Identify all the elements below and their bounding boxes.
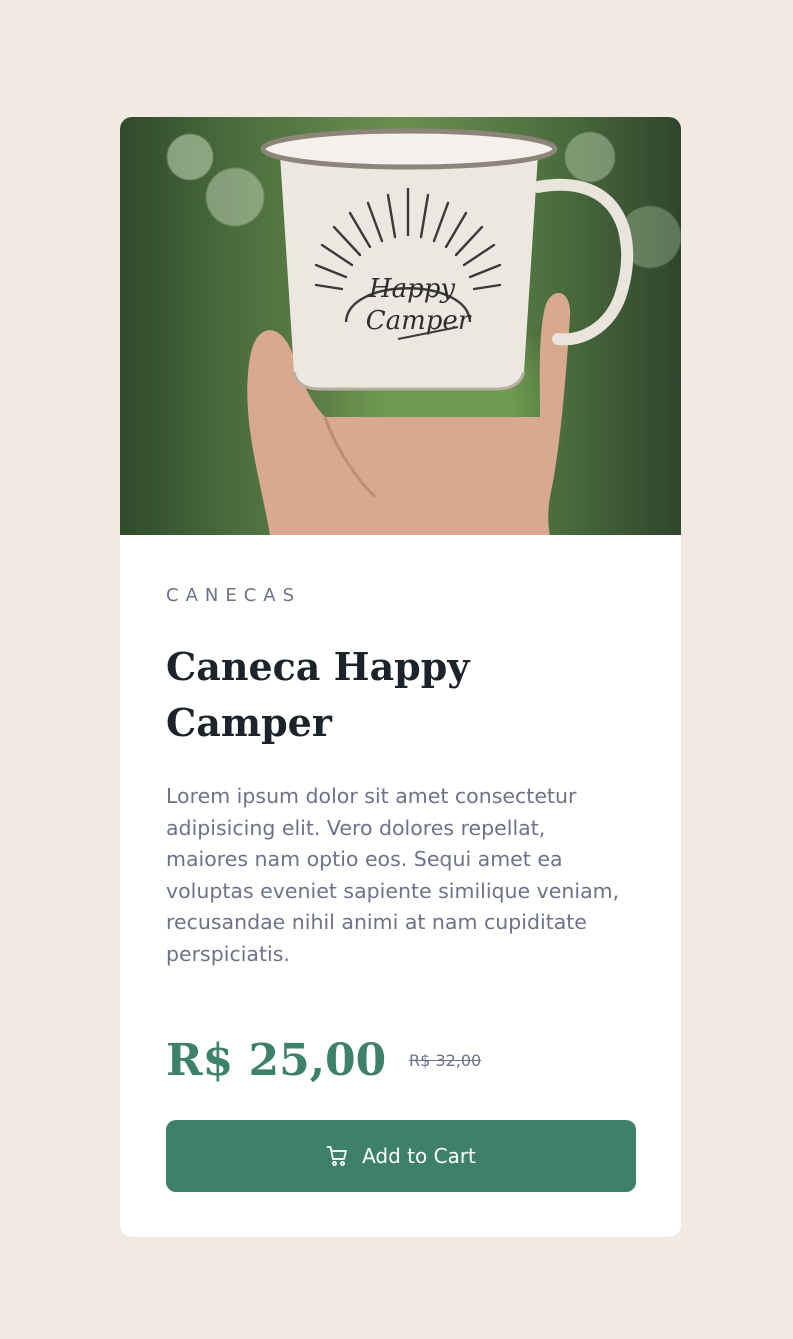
product-card: Happy Camper CANECAS Caneca Happy Camper… <box>120 117 681 1237</box>
add-to-cart-button[interactable]: Add to Cart <box>166 1120 636 1192</box>
price-row: R$ 25,00 R$ 32,00 <box>166 1035 636 1095</box>
mug-logo-text-happy: Happy <box>368 274 455 304</box>
mug-illustration: Happy Camper <box>247 128 634 535</box>
add-to-cart-label: Add to Cart <box>362 1144 476 1168</box>
product-image: Happy Camper <box>120 117 681 535</box>
mug-logo-text-camper: Camper <box>366 306 472 336</box>
current-price: R$ 25,00 <box>166 1035 387 1086</box>
product-description: Lorem ipsum dolor sit amet consectetur a… <box>166 784 620 966</box>
mug-rim <box>260 128 558 170</box>
cart-icon <box>326 1145 348 1167</box>
product-title: Caneca Happy Camper <box>166 644 470 745</box>
original-price: R$ 32,00 <box>409 1051 482 1070</box>
product-category: CANECAS <box>166 585 302 606</box>
